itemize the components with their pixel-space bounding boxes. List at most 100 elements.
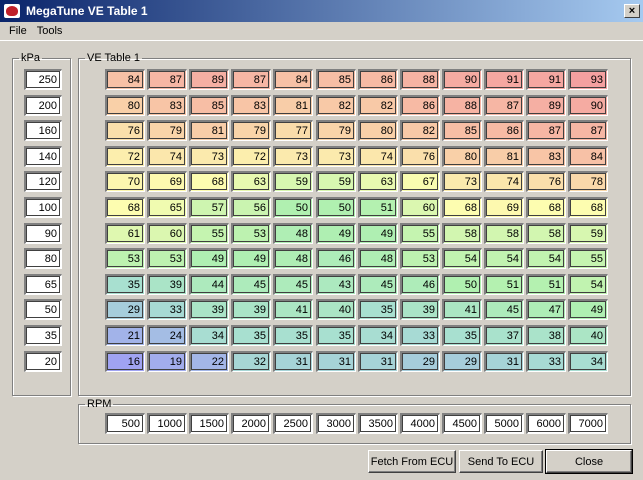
ve-cell[interactable]: 59 [273, 171, 313, 192]
ve-cell[interactable]: 56 [231, 197, 271, 218]
ve-cell[interactable]: 90 [568, 95, 608, 116]
ve-cell[interactable]: 59 [568, 223, 608, 244]
ve-cell[interactable]: 35 [316, 325, 356, 346]
kpa-cell[interactable]: 50 [24, 299, 62, 320]
ve-cell[interactable]: 63 [358, 171, 398, 192]
ve-cell[interactable]: 84 [273, 69, 313, 90]
ve-cell[interactable]: 86 [484, 120, 524, 141]
ve-cell[interactable]: 73 [442, 171, 482, 192]
ve-cell[interactable]: 81 [273, 95, 313, 116]
ve-cell[interactable]: 35 [105, 274, 145, 295]
ve-cell[interactable]: 76 [400, 146, 440, 167]
ve-cell[interactable]: 29 [442, 351, 482, 372]
ve-cell[interactable]: 39 [147, 274, 187, 295]
ve-cell[interactable]: 91 [484, 69, 524, 90]
ve-cell[interactable]: 61 [105, 223, 145, 244]
ve-cell[interactable]: 68 [568, 197, 608, 218]
ve-cell[interactable]: 74 [147, 146, 187, 167]
rpm-cell[interactable]: 500 [105, 413, 145, 434]
ve-cell[interactable]: 48 [273, 248, 313, 269]
ve-cell[interactable]: 35 [442, 325, 482, 346]
ve-cell[interactable]: 83 [147, 95, 187, 116]
ve-cell[interactable]: 76 [105, 120, 145, 141]
ve-cell[interactable]: 31 [484, 351, 524, 372]
ve-cell[interactable]: 54 [484, 248, 524, 269]
rpm-cell[interactable]: 3000 [316, 413, 356, 434]
ve-cell[interactable]: 40 [568, 325, 608, 346]
ve-cell[interactable]: 34 [189, 325, 229, 346]
ve-cell[interactable]: 93 [568, 69, 608, 90]
ve-cell[interactable]: 57 [189, 197, 229, 218]
ve-cell[interactable]: 79 [316, 120, 356, 141]
ve-cell[interactable]: 49 [316, 223, 356, 244]
ve-cell[interactable]: 49 [231, 248, 271, 269]
ve-cell[interactable]: 35 [231, 325, 271, 346]
ve-cell[interactable]: 85 [316, 69, 356, 90]
send-to-ecu-button[interactable]: Send To ECU [459, 450, 543, 473]
ve-cell[interactable]: 49 [189, 248, 229, 269]
window-close-icon[interactable]: × [624, 4, 640, 18]
ve-cell[interactable]: 58 [526, 223, 566, 244]
ve-cell[interactable]: 55 [400, 223, 440, 244]
ve-cell[interactable]: 86 [358, 69, 398, 90]
ve-cell[interactable]: 89 [526, 95, 566, 116]
ve-cell[interactable]: 34 [568, 351, 608, 372]
ve-cell[interactable]: 32 [231, 351, 271, 372]
rpm-cell[interactable]: 4500 [442, 413, 482, 434]
ve-cell[interactable]: 45 [231, 274, 271, 295]
ve-cell[interactable]: 47 [526, 299, 566, 320]
rpm-cell[interactable]: 6000 [526, 413, 566, 434]
rpm-cell[interactable]: 2500 [273, 413, 313, 434]
ve-cell[interactable]: 41 [442, 299, 482, 320]
kpa-cell[interactable]: 140 [24, 146, 62, 167]
ve-cell[interactable]: 82 [400, 120, 440, 141]
ve-cell[interactable]: 54 [568, 274, 608, 295]
ve-cell[interactable]: 53 [400, 248, 440, 269]
ve-cell[interactable]: 48 [273, 223, 313, 244]
ve-cell[interactable]: 43 [316, 274, 356, 295]
ve-cell[interactable]: 84 [568, 146, 608, 167]
rpm-cell[interactable]: 1500 [189, 413, 229, 434]
kpa-cell[interactable]: 20 [24, 351, 62, 372]
ve-cell[interactable]: 22 [189, 351, 229, 372]
ve-cell[interactable]: 88 [442, 95, 482, 116]
kpa-cell[interactable]: 250 [24, 69, 62, 90]
ve-cell[interactable]: 80 [105, 95, 145, 116]
ve-cell[interactable]: 54 [526, 248, 566, 269]
ve-cell[interactable]: 35 [273, 325, 313, 346]
ve-cell[interactable]: 65 [147, 197, 187, 218]
ve-cell[interactable]: 33 [147, 299, 187, 320]
ve-cell[interactable]: 53 [231, 223, 271, 244]
ve-cell[interactable]: 90 [442, 69, 482, 90]
menu-file[interactable]: File [4, 25, 32, 37]
ve-cell[interactable]: 58 [442, 223, 482, 244]
ve-cell[interactable]: 50 [273, 197, 313, 218]
ve-cell[interactable]: 80 [358, 120, 398, 141]
ve-cell[interactable]: 34 [358, 325, 398, 346]
ve-cell[interactable]: 46 [400, 274, 440, 295]
ve-cell[interactable]: 49 [568, 299, 608, 320]
ve-cell[interactable]: 31 [358, 351, 398, 372]
rpm-cell[interactable]: 7000 [568, 413, 608, 434]
ve-cell[interactable]: 91 [526, 69, 566, 90]
kpa-cell[interactable]: 80 [24, 248, 62, 269]
title-bar[interactable]: MegaTune VE Table 1 × [0, 0, 643, 22]
kpa-cell[interactable]: 200 [24, 95, 62, 116]
ve-cell[interactable]: 60 [147, 223, 187, 244]
rpm-cell[interactable]: 5000 [484, 413, 524, 434]
ve-cell[interactable]: 85 [189, 95, 229, 116]
ve-cell[interactable]: 83 [526, 146, 566, 167]
rpm-cell[interactable]: 3500 [358, 413, 398, 434]
close-button[interactable]: Close [545, 449, 633, 474]
ve-cell[interactable]: 87 [231, 69, 271, 90]
ve-cell[interactable]: 77 [273, 120, 313, 141]
ve-cell[interactable]: 29 [105, 299, 145, 320]
kpa-cell[interactable]: 120 [24, 171, 62, 192]
ve-cell[interactable]: 53 [105, 248, 145, 269]
ve-cell[interactable]: 83 [231, 95, 271, 116]
ve-cell[interactable]: 51 [526, 274, 566, 295]
ve-cell[interactable]: 53 [147, 248, 187, 269]
ve-cell[interactable]: 51 [358, 197, 398, 218]
ve-cell[interactable]: 33 [526, 351, 566, 372]
ve-cell[interactable]: 45 [273, 274, 313, 295]
